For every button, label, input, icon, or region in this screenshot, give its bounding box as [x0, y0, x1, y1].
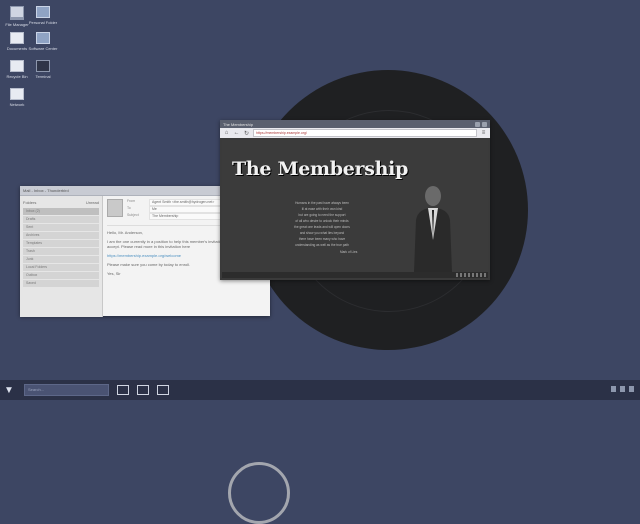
- desktop: File Manager Personal Folder Documents S…: [0, 0, 640, 524]
- folder-item[interactable]: Drafts: [23, 216, 99, 223]
- folder-item[interactable]: Inbox (2): [23, 208, 99, 215]
- folder-pane: Folders Unread Inbox (2) Drafts Sent Arc…: [20, 196, 103, 317]
- folder-item[interactable]: Templates: [23, 240, 99, 247]
- avatar: [107, 199, 123, 217]
- desktop-icon-terminal[interactable]: Terminal: [26, 60, 60, 79]
- from-label: From: [127, 199, 136, 203]
- folder-item[interactable]: Local Folders: [23, 264, 99, 271]
- to-label: To: [127, 206, 131, 210]
- software-icon: [36, 32, 50, 44]
- documents-icon: [10, 32, 24, 44]
- back-icon[interactable]: ←: [233, 130, 240, 136]
- folders-header: Folders: [23, 200, 37, 205]
- home-folder-icon: [36, 6, 50, 18]
- menu-icon[interactable]: ≡: [480, 130, 487, 136]
- power-tray-icon[interactable]: [629, 386, 634, 392]
- poem-line: understanding as well as the true path: [295, 243, 349, 247]
- start-menu-icon[interactable]: ▼: [0, 381, 18, 399]
- search-input[interactable]: Search...: [24, 384, 109, 396]
- files-taskbar-icon[interactable]: [117, 385, 129, 395]
- reload-icon[interactable]: ↻: [243, 130, 250, 137]
- resize-grip[interactable]: [456, 273, 486, 277]
- network-icon: [10, 88, 24, 100]
- browser-window-title: The Membership: [223, 121, 254, 127]
- desktop-icon-label: Terminal: [35, 74, 51, 79]
- address-bar[interactable]: https://membership.example.org/: [253, 129, 477, 137]
- desktop-icon-personal-folder[interactable]: Personal Folder: [26, 6, 60, 25]
- web-content: The Membership Humans in the past have a…: [222, 140, 488, 272]
- browser-window[interactable]: The Membership ⌂ ← ↻ https://membership.…: [220, 120, 490, 280]
- home-icon[interactable]: ⌂: [223, 130, 230, 136]
- taskbar: ▼ Search...: [0, 380, 640, 400]
- desktop-icon-software[interactable]: Software Center: [26, 32, 60, 51]
- folder-item[interactable]: Trash: [23, 248, 99, 255]
- desktop-icon-label: Personal Folder: [28, 20, 58, 25]
- network-tray-icon[interactable]: [611, 386, 616, 392]
- folder-item[interactable]: Archives: [23, 232, 99, 239]
- volume-tray-icon[interactable]: [620, 386, 625, 392]
- browser-titlebar[interactable]: The Membership: [220, 120, 490, 128]
- site-title: The Membership: [232, 158, 409, 180]
- subject-label: Subject: [127, 213, 139, 217]
- desktop-icon-label: Network: [9, 102, 25, 107]
- trash-icon: [10, 60, 24, 72]
- folder-item[interactable]: Outbox: [23, 272, 99, 279]
- folder-item[interactable]: Saved: [23, 280, 99, 287]
- folder-icon: [10, 6, 24, 20]
- close-icon[interactable]: [482, 121, 487, 127]
- browser-toolbar: ⌂ ← ↻ https://membership.example.org/ ≡: [220, 128, 490, 138]
- poem-text: Humans in the past have always been ill …: [262, 200, 382, 248]
- folders-count-header: Unread: [85, 200, 99, 205]
- seal-watermark: [228, 462, 290, 524]
- browser-statusbar: [222, 272, 488, 278]
- desktop-icon-label: Software Center: [28, 46, 58, 51]
- terminal-icon: [36, 60, 50, 72]
- minimize-icon[interactable]: [475, 121, 480, 127]
- suited-man-illustration: [414, 186, 452, 272]
- poem-signature: Mark of Lies: [340, 250, 358, 254]
- desktop-icon-network[interactable]: Network: [0, 88, 34, 107]
- mail-window-title: Mail - Inbox - Thunderbird: [23, 188, 69, 193]
- browser-taskbar-icon[interactable]: [157, 385, 169, 395]
- folder-item[interactable]: Sent: [23, 224, 99, 231]
- folder-item[interactable]: Junk: [23, 256, 99, 263]
- system-tray: [611, 386, 634, 392]
- mail-taskbar-icon[interactable]: [137, 385, 149, 395]
